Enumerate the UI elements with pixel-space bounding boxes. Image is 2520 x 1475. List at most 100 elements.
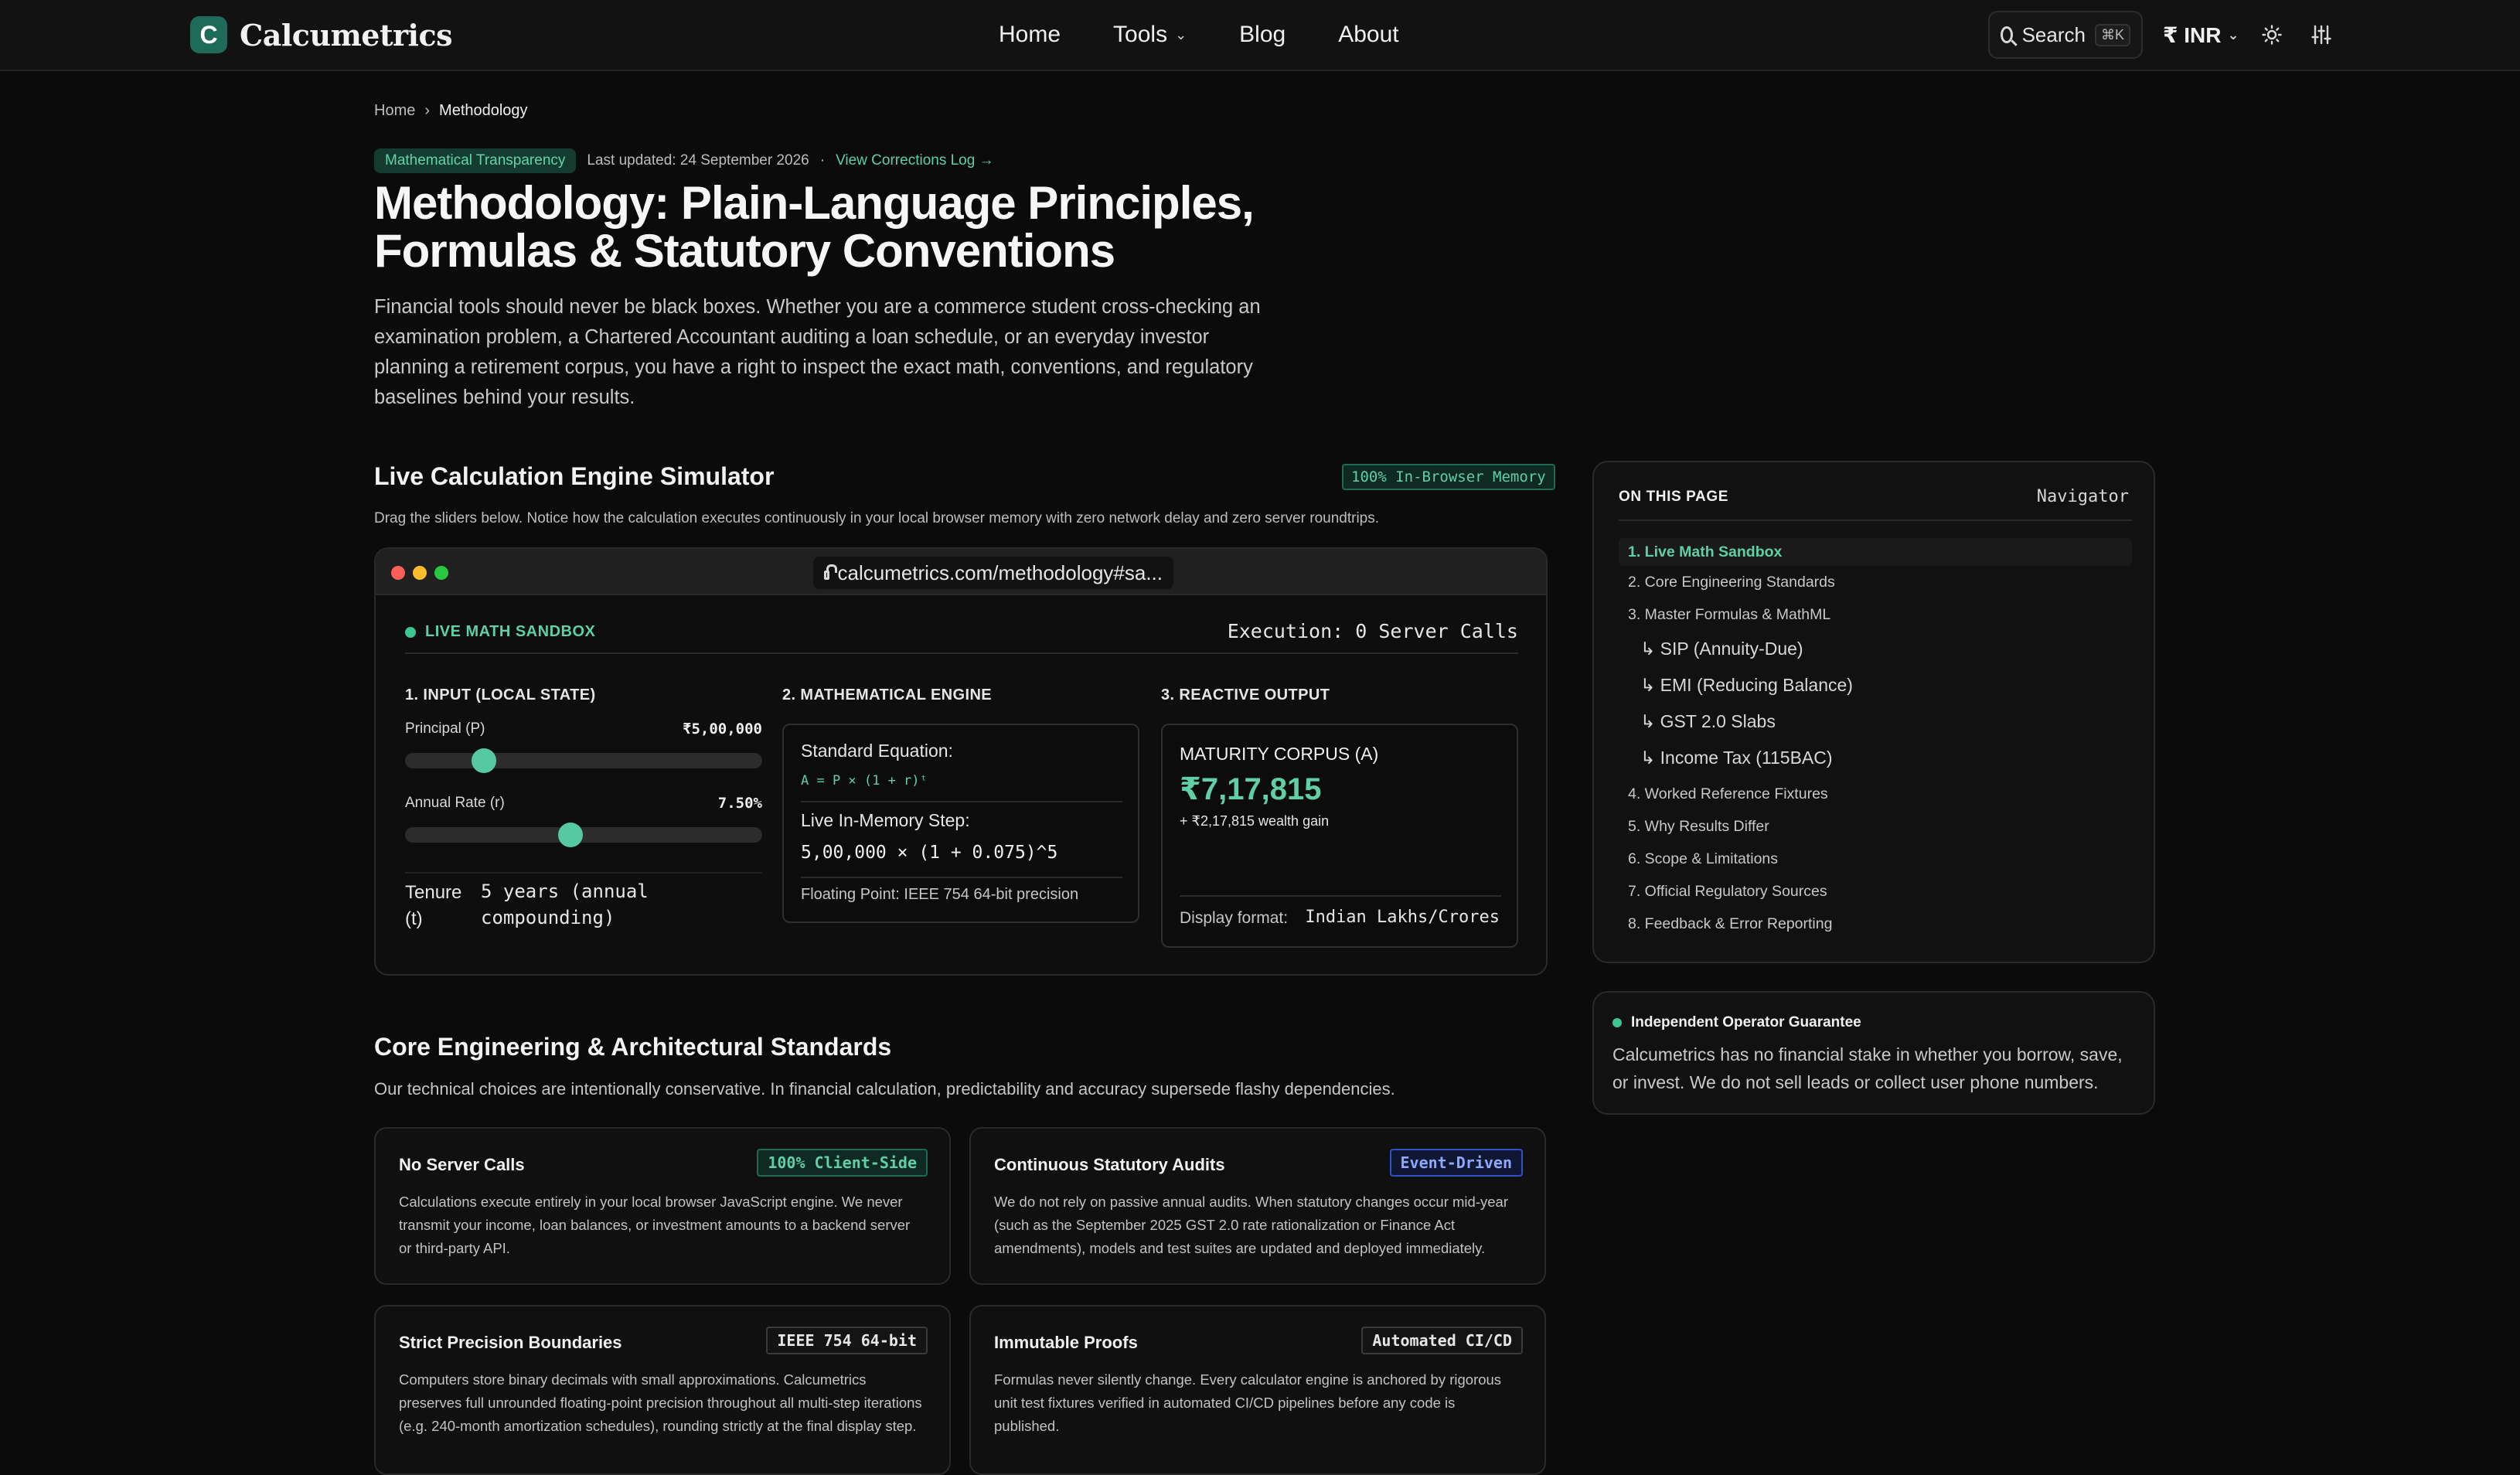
principal-value: ₹5,00,000 [683, 720, 762, 738]
toc-item-master-formulas[interactable]: 3. Master Formulas & MathML [1628, 606, 1830, 624]
toc-item-sip[interactable]: ↳ SIP (Annuity-Due) [1640, 639, 1803, 659]
settings-button[interactable] [2307, 20, 2336, 49]
maturity-corpus-value: ₹7,17,815 [1180, 772, 1322, 806]
live-step-label: Live In-Memory Step: [801, 810, 970, 830]
standard-card-statutory-audits: Continuous Statutory Audits Event-Driven… [969, 1127, 1546, 1285]
brand-logo[interactable]: C Calcumetrics [190, 15, 453, 54]
standard-card-no-server-calls: No Server Calls 100% Client-Side Calcula… [374, 1127, 951, 1285]
standard-card-immutable-proofs: Immutable Proofs Automated CI/CD Formula… [969, 1305, 1546, 1475]
card-tag: Automated CI/CD [1361, 1327, 1523, 1354]
rate-slider-thumb[interactable] [557, 823, 583, 847]
simulator-title: Live Calculation Engine Simulator [374, 462, 775, 490]
window-minimize-dot [413, 566, 427, 580]
card-title: Immutable Proofs [994, 1333, 1138, 1352]
chevron-down-icon: ⌄ [1175, 26, 1187, 43]
toc-heading: ON THIS PAGE [1619, 489, 1728, 505]
toc-item-worked-fixtures[interactable]: 4. Worked Reference Fixtures [1628, 785, 1828, 803]
nav-blog[interactable]: Blog [1239, 22, 1286, 48]
chevron-down-icon: ⌄ [2227, 26, 2239, 43]
engine-divider [801, 877, 1122, 878]
main-nav: Home Tools ⌄ Blog About [999, 17, 1399, 53]
breadcrumb-current: Methodology [439, 102, 528, 119]
card-title: Strict Precision Boundaries [399, 1333, 622, 1352]
toc-divider [1619, 519, 2132, 521]
input-column-heading: 1. INPUT (LOCAL STATE) [405, 686, 596, 703]
page-lead: Financial tools should never be black bo… [374, 296, 1261, 408]
nav-about[interactable]: About [1338, 22, 1398, 48]
output-column-heading: 3. REACTIVE OUTPUT [1161, 686, 1330, 703]
logo-mark-icon: C [190, 16, 227, 53]
toc-item-scope-limitations[interactable]: 6. Scope & Limitations [1628, 850, 1778, 868]
search-button[interactable]: Search ⌘K [1988, 11, 2143, 59]
search-icon [2001, 26, 2013, 43]
url-text: calcumetrics.com/methodology#sa... [837, 560, 1163, 584]
tenure-label: Tenure (t) [405, 882, 462, 929]
principal-slider[interactable] [405, 748, 762, 773]
simulator-description: Drag the sliders below. Notice how the c… [374, 510, 1380, 526]
page-meta: Mathematical Transparency Last updated: … [374, 148, 994, 173]
toc-item-core-engineering[interactable]: 2. Core Engineering Standards [1628, 574, 1835, 591]
wealth-gain: + ₹2,17,815 wealth gain [1180, 813, 1330, 829]
card-tag: IEEE 754 64-bit [766, 1327, 928, 1354]
meta-separator: · [819, 152, 826, 169]
page-title: Methodology: Plain-Language Principles, … [374, 177, 1255, 277]
sandbox-header: LIVE MATH SANDBOX Execution: 0 Server Ca… [405, 620, 1518, 654]
principal-slider-thumb[interactable] [472, 748, 496, 773]
in-browser-memory-badge: 100% In-Browser Memory [1342, 464, 1555, 490]
breadcrumb-separator: › [424, 102, 431, 119]
guarantee-heading: Independent Operator Guarantee [1612, 1014, 1861, 1031]
output-divider [1180, 895, 1501, 897]
top-navigation-bar: C Calcumetrics Home Tools ⌄ Blog About Se… [0, 0, 2520, 71]
engine-column-heading: 2. MATHEMATICAL ENGINE [782, 686, 993, 703]
toc-navigator-label: Navigator [2036, 487, 2129, 506]
card-title: Continuous Statutory Audits [994, 1155, 1225, 1174]
transparency-badge: Mathematical Transparency [374, 148, 577, 173]
theme-toggle-button[interactable] [2257, 20, 2287, 49]
engine-panel: Standard Equation: A = P × (1 + r)ᵗ Live… [782, 724, 1139, 923]
table-of-contents: ON THIS PAGE Navigator 1. Live Math Sand… [1592, 461, 2155, 963]
search-shortcut-badge: ⌘K [2094, 23, 2130, 46]
core-standards-description: Our technical choices are intentionally … [374, 1079, 1395, 1099]
toc-item-live-math-sandbox[interactable]: 1. Live Math Sandbox [1619, 538, 2132, 566]
sliders-icon [2311, 25, 2331, 45]
window-close-dot [391, 566, 405, 580]
corrections-log-link[interactable]: View Corrections Log → [836, 152, 994, 169]
breadcrumb: Home › Methodology [374, 102, 528, 120]
toc-item-income-tax[interactable]: ↳ Income Tax (115BAC) [1640, 748, 1833, 768]
currency-selector[interactable]: ₹ INR ⌄ [2163, 17, 2239, 53]
card-body: Calculations execute entirely in your lo… [399, 1194, 911, 1256]
lock-icon [824, 564, 839, 580]
toc-item-regulatory-sources[interactable]: 7. Official Regulatory Sources [1628, 883, 1827, 901]
status-dot-icon [1612, 1018, 1622, 1027]
tenure-divider [405, 872, 762, 874]
standard-equation: A = P × (1 + r)ᵗ [801, 773, 928, 789]
guarantee-body: Calcumetrics has no financial stake in w… [1612, 1044, 2123, 1092]
rate-value: 7.50% [717, 795, 762, 812]
principal-label: Principal (P) [405, 720, 485, 737]
nav-tools[interactable]: Tools ⌄ [1113, 22, 1187, 48]
nav-home[interactable]: Home [999, 22, 1061, 48]
browser-toolbar: calcumetrics.com/methodology#sa... [376, 549, 1546, 595]
standard-card-precision: Strict Precision Boundaries IEEE 754 64-… [374, 1305, 951, 1475]
maturity-corpus-label: MATURITY CORPUS (A) [1180, 744, 1379, 764]
url-bar[interactable]: calcumetrics.com/methodology#sa... [813, 557, 1173, 589]
brand-name: Calcumetrics [240, 17, 453, 53]
tenure-value: 5 years (annual compounding) [481, 881, 649, 928]
sandbox-live-label: LIVE MATH SANDBOX [405, 623, 595, 641]
last-updated: Last updated: 24 September 2026 [587, 152, 809, 169]
card-body: Formulas never silently change. Every ca… [994, 1371, 1502, 1434]
rate-label: Annual Rate (r) [405, 795, 505, 811]
browser-mockup: calcumetrics.com/methodology#sa... LIVE … [374, 547, 1548, 976]
floating-point-note: Floating Point: IEEE 754 64-bit precisio… [801, 886, 1079, 903]
display-format-value: Indian Lakhs/Crores [1305, 908, 1500, 927]
toc-item-gst[interactable]: ↳ GST 2.0 Slabs [1640, 711, 1776, 732]
toc-item-why-results-differ[interactable]: 5. Why Results Differ [1628, 818, 1769, 836]
sun-icon [2262, 25, 2282, 45]
toc-item-emi[interactable]: ↳ EMI (Reducing Balance) [1640, 675, 1853, 696]
window-zoom-dot [434, 566, 448, 580]
rate-slider[interactable] [405, 823, 762, 847]
card-tag: Event-Driven [1389, 1149, 1523, 1177]
card-title: No Server Calls [399, 1155, 525, 1174]
breadcrumb-home[interactable]: Home [374, 102, 415, 120]
toc-item-feedback[interactable]: 8. Feedback & Error Reporting [1628, 915, 1832, 933]
